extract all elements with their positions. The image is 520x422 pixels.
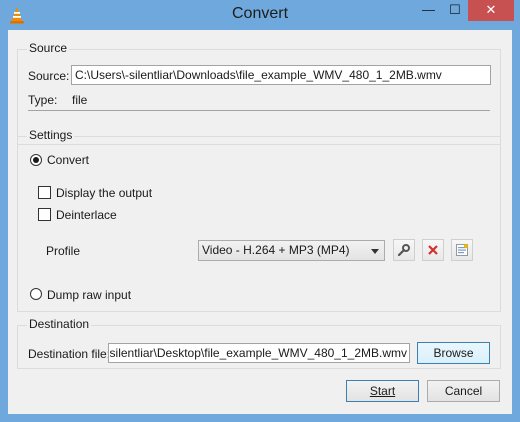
- source-separator: [28, 110, 490, 111]
- start-button[interactable]: Start: [346, 380, 419, 402]
- source-group-label: Source: [27, 41, 70, 55]
- profile-label: Profile: [46, 244, 81, 258]
- delete-profile-button[interactable]: [422, 239, 444, 261]
- title-bar[interactable]: Convert — ☐ ✕: [0, 0, 520, 30]
- destination-path-value: sers\-silentliar\Desktop\file_example_WM…: [108, 346, 407, 360]
- dropdown-arrow-icon: [371, 249, 379, 254]
- dump-raw-radio[interactable]: [30, 288, 42, 300]
- cancel-button-label: Cancel: [444, 384, 483, 398]
- wrench-icon: [397, 244, 410, 257]
- profile-selected-value: Video - H.264 + MP3 (MP4): [202, 243, 350, 257]
- settings-group-label: Settings: [27, 128, 75, 142]
- radio-selected-dot: [33, 157, 39, 163]
- display-output-label[interactable]: Display the output: [56, 186, 152, 200]
- profile-dropdown[interactable]: Video - H.264 + MP3 (MP4): [198, 240, 385, 261]
- deinterlace-checkbox[interactable]: [38, 208, 51, 221]
- dump-raw-label[interactable]: Dump raw input: [47, 288, 131, 302]
- close-button[interactable]: ✕: [468, 0, 514, 21]
- convert-window: Convert — ☐ ✕ Source Source: C:\Users\-s…: [0, 0, 520, 422]
- minimize-button[interactable]: —: [415, 0, 442, 21]
- deinterlace-label[interactable]: Deinterlace: [56, 208, 117, 222]
- destination-group-label: Destination: [27, 317, 92, 331]
- display-output-checkbox[interactable]: [38, 186, 51, 199]
- type-label: Type:: [28, 93, 58, 107]
- convert-radio-label[interactable]: Convert: [47, 153, 89, 167]
- convert-radio[interactable]: [30, 154, 42, 166]
- cancel-button[interactable]: Cancel: [427, 380, 500, 402]
- start-button-label: Start: [369, 384, 396, 398]
- delete-x-icon: [428, 245, 438, 255]
- source-label: Source:: [28, 69, 70, 83]
- settings-group: Settings: [17, 128, 501, 312]
- destination-label: Destination file:: [28, 347, 111, 361]
- destination-path-field[interactable]: sers\-silentliar\Desktop\file_example_WM…: [108, 343, 410, 363]
- new-profile-icon: [456, 244, 468, 256]
- browse-button[interactable]: Browse: [417, 342, 490, 364]
- dialog-body: Source Source: C:\Users\-silentliar\Down…: [8, 30, 512, 414]
- source-path-field[interactable]: C:\Users\-silentliar\Downloads\file_exam…: [71, 65, 491, 85]
- source-group: Source: [17, 41, 501, 145]
- edit-profile-button[interactable]: [393, 239, 415, 261]
- maximize-button[interactable]: ☐: [442, 0, 468, 21]
- type-value: file: [72, 93, 88, 107]
- new-profile-button[interactable]: [451, 239, 473, 261]
